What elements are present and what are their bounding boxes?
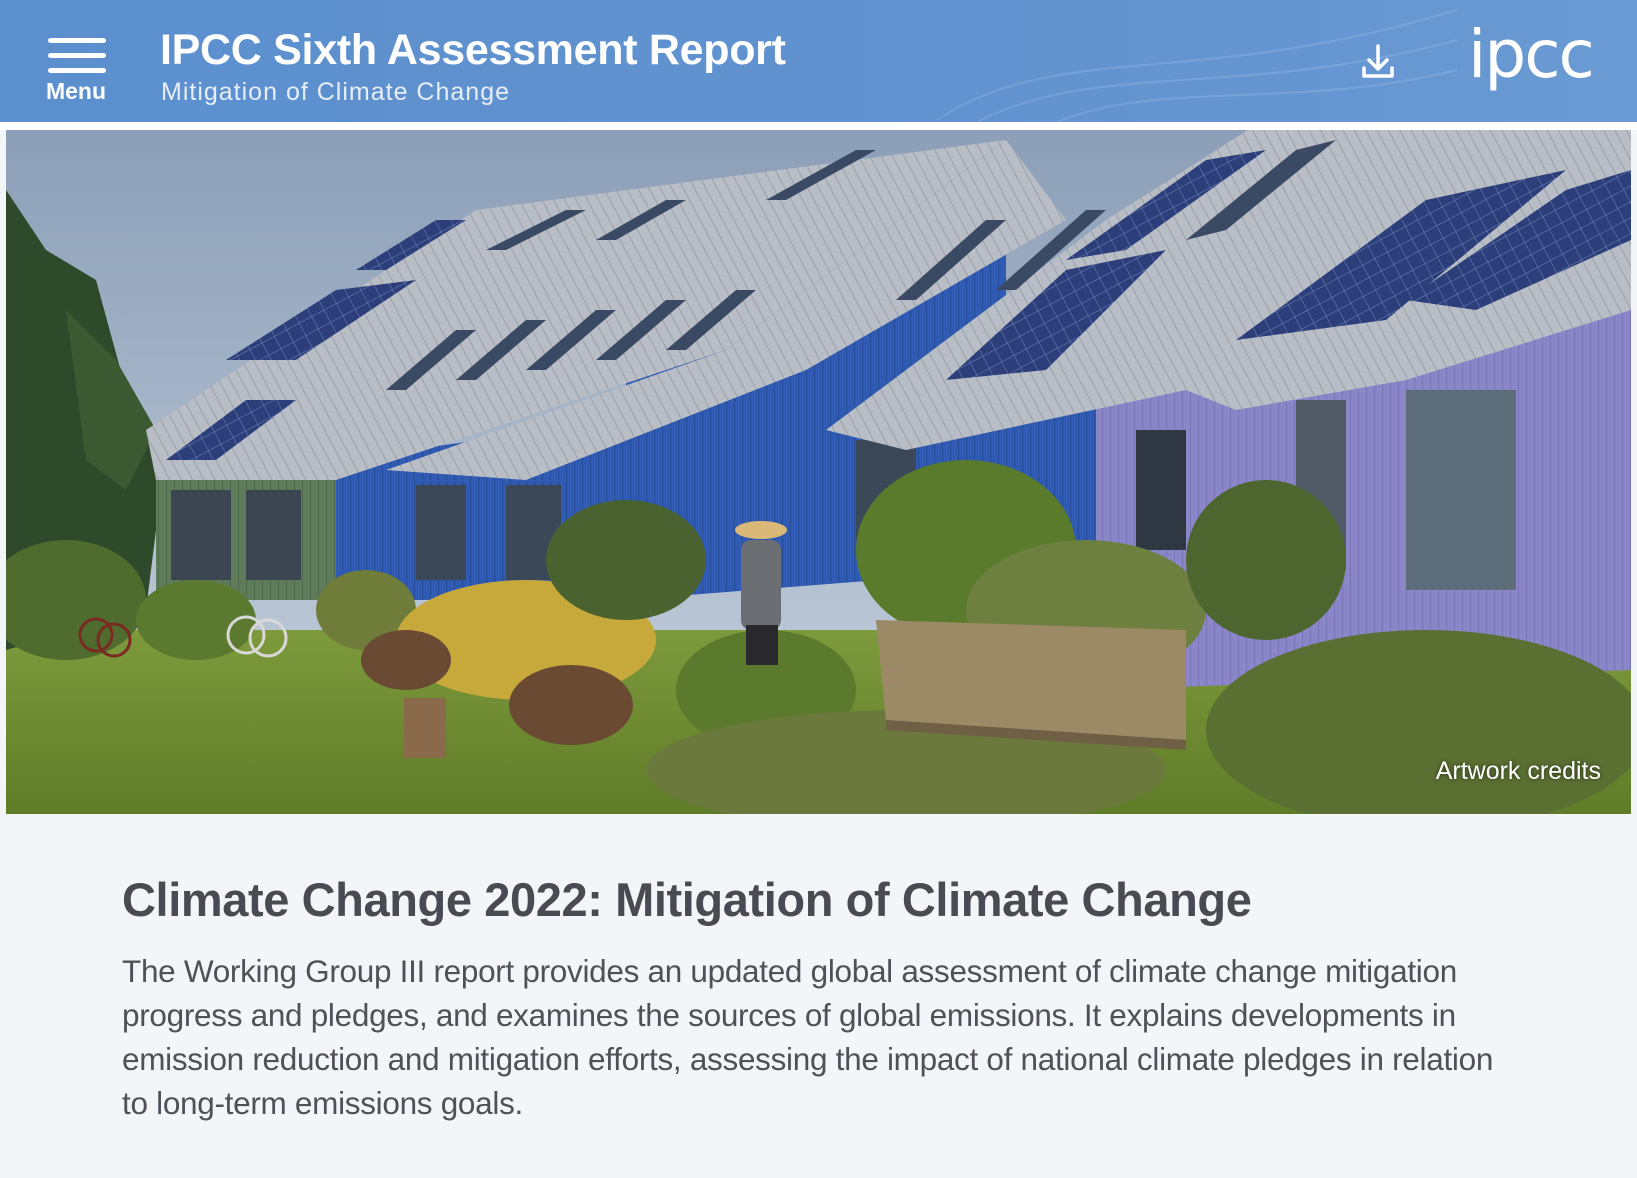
hamburger-icon bbox=[48, 38, 106, 74]
report-title[interactable]: IPCC Sixth Assessment Report bbox=[160, 26, 786, 75]
header-divider bbox=[0, 122, 1637, 130]
page-heading: Climate Change 2022: Mitigation of Clima… bbox=[122, 873, 1252, 926]
report-subtitle: Mitigation of Climate Change bbox=[161, 78, 510, 106]
menu-label: Menu bbox=[45, 78, 107, 104]
report-description: The Working Group III report provides an… bbox=[122, 953, 1494, 1121]
menu-button[interactable]: Menu bbox=[36, 30, 116, 106]
artwork-credits-link[interactable]: Artwork credits bbox=[1436, 757, 1601, 786]
hero-illustration bbox=[6, 130, 1631, 814]
ipcc-logo[interactable]: ipcc bbox=[1468, 22, 1595, 88]
hero-image: Artwork credits bbox=[6, 130, 1631, 814]
site-header: Menu IPCC Sixth Assessment Report Mitiga… bbox=[0, 0, 1637, 122]
download-button[interactable] bbox=[1358, 40, 1398, 84]
main-content: Climate Change 2022: Mitigation of Clima… bbox=[122, 872, 1522, 1125]
download-icon bbox=[1362, 44, 1394, 78]
